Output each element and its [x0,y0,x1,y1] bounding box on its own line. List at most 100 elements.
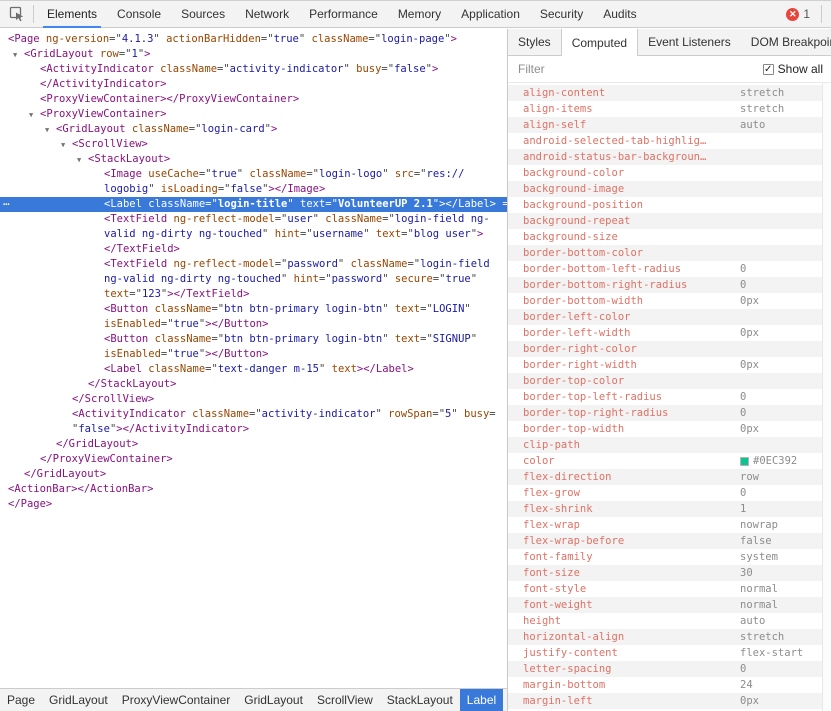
computed-property-row[interactable]: align-selfauto [508,117,822,133]
computed-property-row[interactable]: border-left-color [508,309,822,325]
computed-property-row[interactable]: border-bottom-left-radius0 [508,261,822,277]
computed-property-row[interactable]: background-position [508,197,822,213]
computed-property-row[interactable]: font-stylenormal [508,581,822,597]
dom-node[interactable]: <ActionBar></ActionBar> [0,482,507,497]
computed-property-row[interactable]: background-repeat [508,213,822,229]
expander-arrow-icon[interactable]: ▼ [61,138,65,152]
computed-property-row[interactable]: background-image [508,181,822,197]
dom-node[interactable]: <TextField ng-reflect-model="user" class… [0,212,507,227]
show-all-toggle[interactable]: ✓ Show all [763,62,823,76]
computed-property-row[interactable]: horizontal-alignstretch [508,629,822,645]
dom-node[interactable]: <ActivityIndicator className="activity-i… [0,407,507,422]
dom-node[interactable]: ▼<GridLayout className="login-card"> [0,122,507,137]
computed-property-row[interactable]: android-selected-tab-highlig… [508,133,822,149]
main-tab-elements[interactable]: Elements [37,1,107,28]
computed-property-row[interactable]: color#0EC392 [508,453,822,469]
main-tab-performance[interactable]: Performance [299,1,388,28]
computed-property-row[interactable]: border-bottom-color [508,245,822,261]
dom-node[interactable]: </GridLayout> [0,467,507,482]
dom-node[interactable]: ▼<GridLayout row="1"> [0,47,507,62]
filter-input[interactable] [518,62,763,76]
computed-property-row[interactable]: justify-contentflex-start [508,645,822,661]
dom-node[interactable]: logobig" isLoading="false"></Image> [0,182,507,197]
dom-node[interactable]: </TextField> [0,242,507,257]
dom-node[interactable]: </ScrollView> [0,392,507,407]
computed-property-row[interactable]: border-bottom-right-radius0 [508,277,822,293]
breadcrumb-item-scrollview[interactable]: ScrollView [310,689,380,711]
show-all-checkbox[interactable]: ✓ [763,64,774,75]
computed-property-row[interactable]: border-top-width0px [508,421,822,437]
inspect-element-button[interactable] [4,1,30,27]
dom-node-selected[interactable]: …<Label className="login-title" text="Vo… [0,197,507,212]
computed-property-row[interactable]: align-contentstretch [508,85,822,101]
dom-node[interactable]: <Button className="btn btn-primary login… [0,332,507,347]
breadcrumb-item-gridlayout[interactable]: GridLayout [42,689,115,711]
computed-property-row[interactable]: border-top-right-radius0 [508,405,822,421]
breadcrumb-item-label[interactable]: Label [460,689,503,711]
sidebar-tab-dom-breakpoints[interactable]: DOM Breakpoints [741,29,831,55]
breadcrumb-item-stacklayout[interactable]: StackLayout [380,689,460,711]
dom-node[interactable]: <TextField ng-reflect-model="password" c… [0,257,507,272]
dom-node[interactable]: isEnabled="true"></Button> [0,317,507,332]
computed-property-row[interactable]: flex-shrink1 [508,501,822,517]
expander-arrow-icon[interactable]: ▼ [29,108,33,122]
dom-node[interactable]: ▼<ScrollView> [0,137,507,152]
computed-property-row[interactable]: clip-path [508,437,822,453]
computed-property-row[interactable]: letter-spacing0 [508,661,822,677]
main-tab-application[interactable]: Application [451,1,530,28]
dom-node[interactable]: </ActivityIndicator> [0,77,507,92]
expander-arrow-icon[interactable]: ▼ [77,153,81,167]
computed-property-row[interactable]: flex-directionrow [508,469,822,485]
dom-node[interactable]: <Page ng-version="4.1.3" actionBarHidden… [0,32,507,47]
computed-property-row[interactable]: android-status-bar-backgroun… [508,149,822,165]
computed-property-row[interactable]: flex-grow0 [508,485,822,501]
computed-property-row[interactable]: font-familysystem [508,549,822,565]
main-tab-audits[interactable]: Audits [593,1,646,28]
expander-arrow-icon[interactable]: ▼ [45,123,49,137]
computed-property-row[interactable]: border-left-width0px [508,325,822,341]
dom-node[interactable]: </Page> [0,497,507,512]
main-tab-sources[interactable]: Sources [171,1,235,28]
computed-property-row[interactable]: background-size [508,229,822,245]
computed-property-row[interactable]: margin-bottom24 [508,677,822,693]
sidebar-tab-styles[interactable]: Styles [508,29,561,55]
dom-node[interactable]: </StackLayout> [0,377,507,392]
dom-node[interactable]: ▼<StackLayout> [0,152,507,167]
computed-property-row[interactable]: border-right-color [508,341,822,357]
computed-property-row[interactable]: align-itemsstretch [508,101,822,117]
main-tab-security[interactable]: Security [530,1,593,28]
main-tab-network[interactable]: Network [235,1,299,28]
dom-node[interactable]: isEnabled="true"></Button> [0,347,507,362]
computed-property-row[interactable]: border-bottom-width0px [508,293,822,309]
dom-node[interactable]: </GridLayout> [0,437,507,452]
dom-node[interactable]: text="123"></TextField> [0,287,507,302]
computed-property-row[interactable]: flex-wrap-beforefalse [508,533,822,549]
error-badge-icon[interactable]: ✕ [786,8,799,21]
dom-node[interactable]: <Image useCache="true" className="login-… [0,167,507,182]
computed-property-row[interactable]: border-right-width0px [508,357,822,373]
dom-node[interactable]: </ProxyViewContainer> [0,452,507,467]
sidebar-tab-event-listeners[interactable]: Event Listeners [638,29,741,55]
dom-node[interactable]: <Button className="btn btn-primary login… [0,302,507,317]
dom-node[interactable]: <ProxyViewContainer></ProxyViewContainer… [0,92,507,107]
scrollbar-gutter[interactable] [822,83,831,711]
computed-property-row[interactable]: font-weightnormal [508,597,822,613]
expander-arrow-icon[interactable]: ▼ [13,48,17,62]
computed-property-row[interactable]: border-top-color [508,373,822,389]
computed-property-row[interactable]: flex-wrapnowrap [508,517,822,533]
color-swatch-icon[interactable] [740,457,749,466]
dom-node[interactable]: <ActivityIndicator className="activity-i… [0,62,507,77]
dom-node[interactable]: <Label className="text-danger m-15" text… [0,362,507,377]
dom-node[interactable]: "false"></ActivityIndicator> [0,422,507,437]
main-tab-console[interactable]: Console [107,1,171,28]
computed-property-row[interactable]: border-top-left-radius0 [508,389,822,405]
computed-property-row[interactable]: font-size30 [508,565,822,581]
computed-property-row[interactable]: heightauto [508,613,822,629]
error-count[interactable]: 1 [803,7,810,21]
computed-property-row[interactable]: background-color [508,165,822,181]
dom-node[interactable]: ▼<ProxyViewContainer> [0,107,507,122]
breadcrumb-item-page[interactable]: Page [0,689,42,711]
sidebar-tab-computed[interactable]: Computed [561,29,638,56]
main-tab-memory[interactable]: Memory [388,1,451,28]
computed-property-row[interactable]: margin-left0px [508,693,822,709]
